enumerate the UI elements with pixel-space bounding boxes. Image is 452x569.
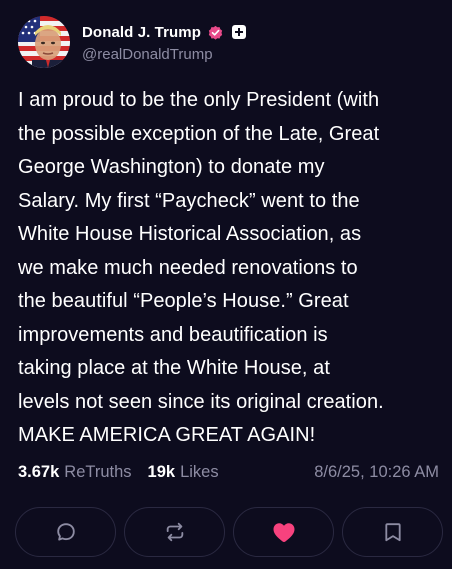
- likes-label[interactable]: Likes: [180, 463, 219, 482]
- reply-icon: [56, 523, 75, 541]
- post-body-text: I am proud to be the only President (wit…: [18, 89, 384, 446]
- post-timestamp[interactable]: 8/6/25, 10:26 AM: [314, 463, 443, 482]
- author-names: Donald J. Trump @realDonaldTrump: [82, 21, 247, 63]
- avatar[interactable]: [18, 16, 70, 68]
- author-handle[interactable]: @realDonaldTrump: [82, 46, 246, 63]
- author-display-name[interactable]: Donald J. Trump: [82, 24, 201, 41]
- retruth-icon: [166, 522, 183, 542]
- post-stats: 3.67k ReTruths 19k Likes 8/6/25, 10:26 A…: [18, 463, 443, 482]
- post-card: Donald J. Trump @realDonaldTrump I am pr…: [0, 0, 452, 569]
- plus-badge-icon: [232, 25, 247, 39]
- name-row: Donald J. Trump: [82, 21, 247, 43]
- retruths-label[interactable]: ReTruths: [64, 463, 131, 482]
- post-header: Donald J. Trump @realDonaldTrump: [18, 16, 247, 68]
- like-button[interactable]: [233, 507, 334, 557]
- retruth-button[interactable]: [124, 507, 225, 557]
- likes-count[interactable]: 19k: [148, 463, 176, 482]
- avatar-image: [18, 16, 70, 68]
- reply-button[interactable]: [15, 507, 116, 557]
- bookmark-button[interactable]: [342, 507, 443, 557]
- verified-badge-icon: [207, 24, 224, 41]
- retruths-count[interactable]: 3.67k: [18, 463, 59, 482]
- heart-icon: [273, 523, 294, 542]
- bookmark-icon: [384, 523, 401, 542]
- action-bar: [15, 507, 443, 557]
